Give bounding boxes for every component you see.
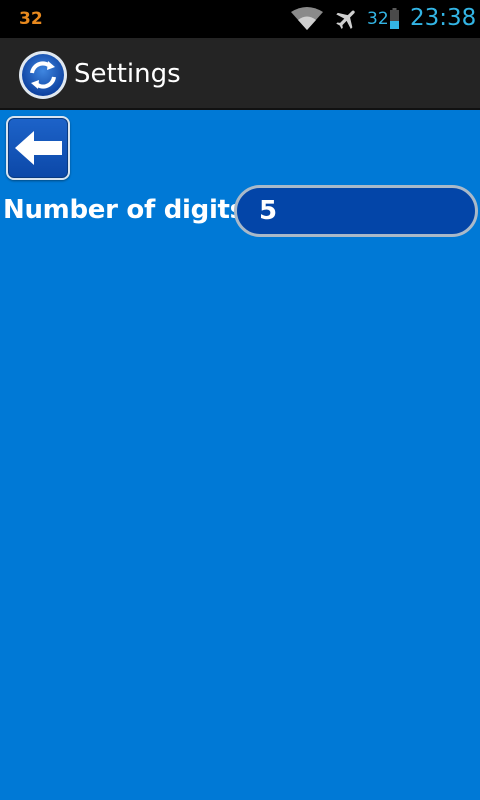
- number-of-digits-input[interactable]: 5: [234, 185, 478, 237]
- page-title: Settings: [74, 59, 181, 89]
- clock: 23:38: [410, 5, 477, 31]
- notification-count: 32: [19, 9, 43, 29]
- back-arrow-icon: [15, 131, 62, 165]
- action-bar: Settings: [0, 38, 480, 110]
- status-bar: 32 32 23:38: [0, 0, 480, 38]
- battery-icon: [390, 8, 399, 29]
- battery-level: 32: [367, 9, 389, 29]
- back-button[interactable]: [6, 116, 70, 180]
- sync-icon[interactable]: [18, 50, 68, 100]
- airplane-mode-icon: [336, 10, 355, 29]
- wifi-icon: [291, 7, 323, 30]
- number-of-digits-label: Number of digits: [3, 195, 245, 225]
